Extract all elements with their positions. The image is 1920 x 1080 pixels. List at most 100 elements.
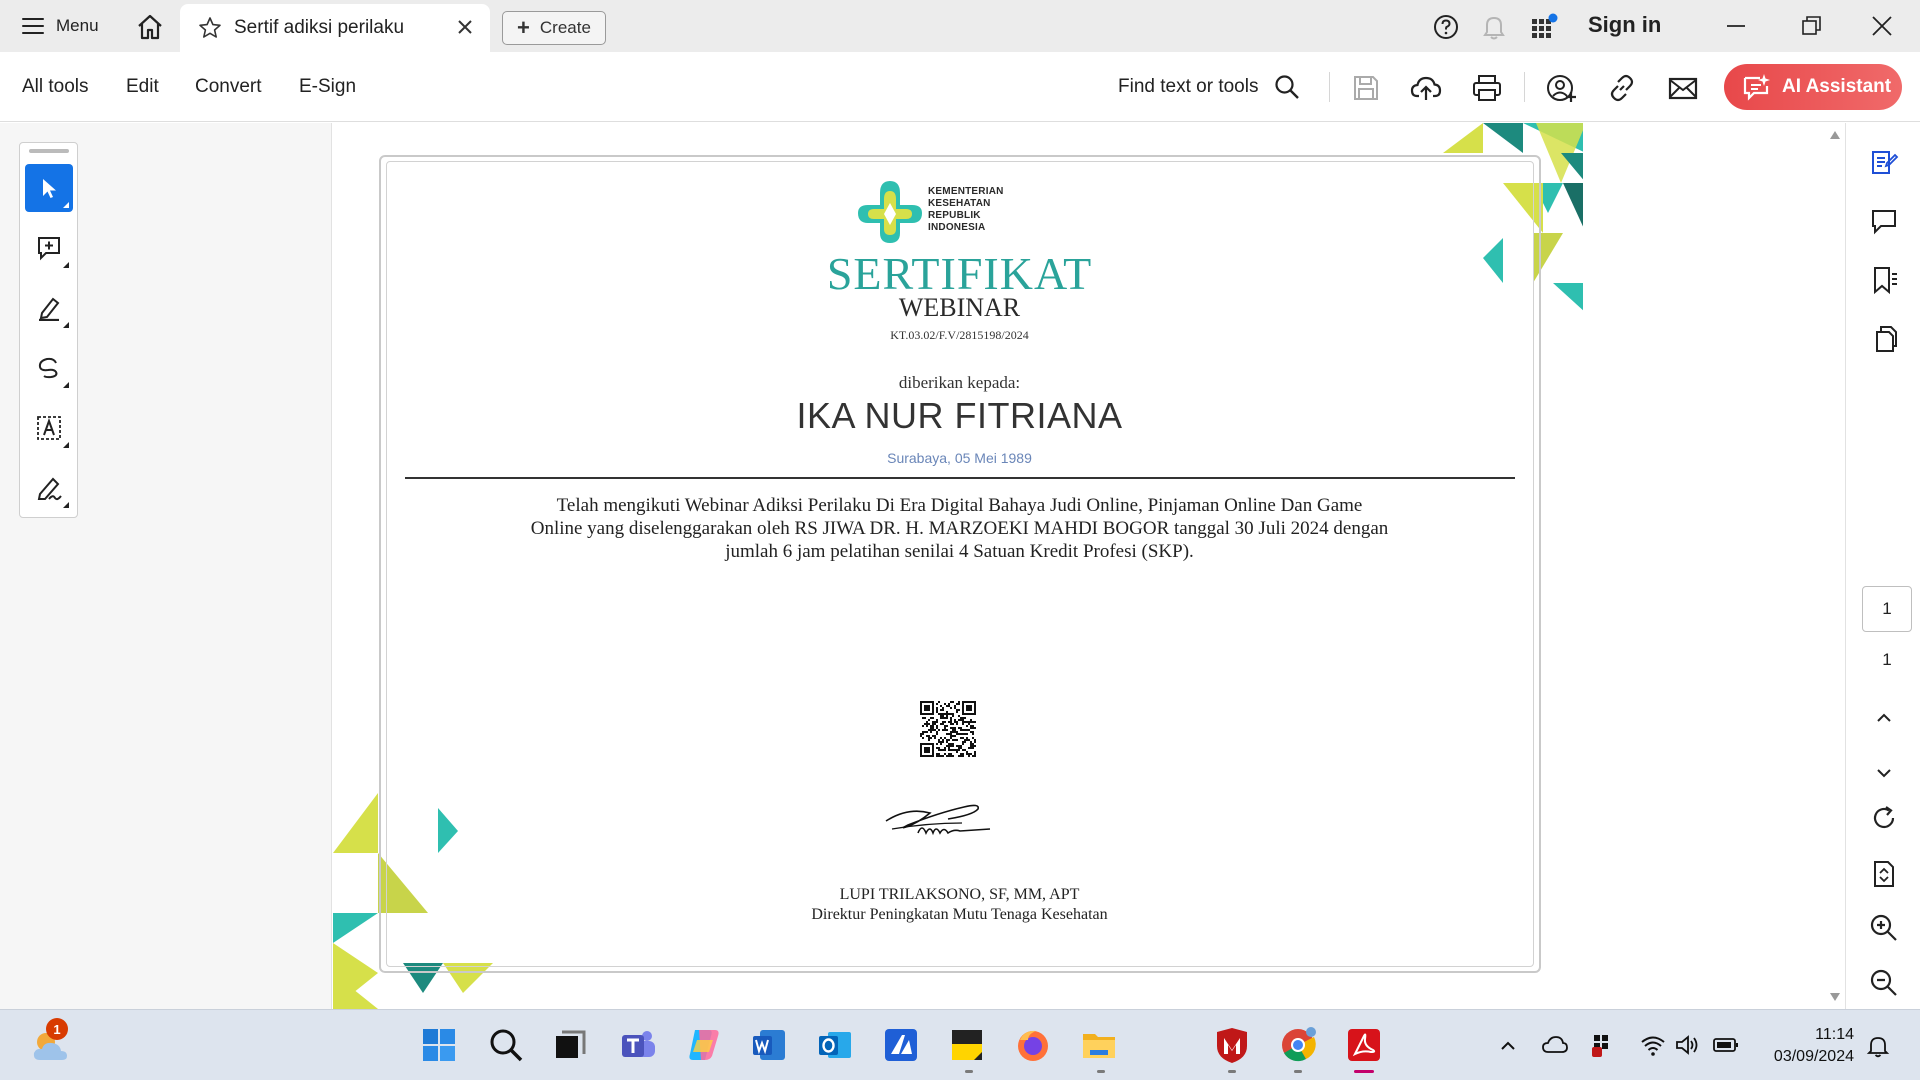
sticky-notes-icon[interactable] [948, 1026, 986, 1064]
chrome-icon[interactable] [1279, 1026, 1317, 1064]
save-icon[interactable] [1350, 72, 1382, 104]
draw-tool[interactable] [25, 344, 73, 392]
comment-icon[interactable] [1869, 206, 1899, 236]
chevron-down-icon[interactable] [1869, 758, 1899, 788]
link-icon[interactable] [1606, 72, 1638, 104]
outlook-icon[interactable] [816, 1026, 854, 1064]
signature [885, 804, 991, 836]
qr-code [920, 701, 976, 757]
running-indicator-active [1354, 1070, 1374, 1073]
pages-icon[interactable] [1869, 324, 1899, 354]
mcafee-icon[interactable] [1213, 1026, 1251, 1064]
page-number-input[interactable]: 1 [1862, 586, 1912, 632]
logo-text-line: KEMENTERIAN [928, 186, 1004, 197]
azure-icon[interactable] [882, 1026, 920, 1064]
export-pdf-icon[interactable] [1869, 147, 1899, 177]
running-indicator [1294, 1070, 1302, 1073]
given-to-label: diberikan kepada: [898, 373, 1021, 392]
select-tool[interactable] [25, 164, 73, 212]
divider-line [405, 477, 1515, 479]
highlight-icon [39, 297, 60, 321]
search-icon[interactable] [487, 1026, 525, 1064]
bookmark-icon[interactable] [1869, 265, 1899, 295]
palette-grip[interactable] [29, 149, 69, 153]
convert-menu[interactable]: Convert [195, 76, 262, 98]
add-comment-tool[interactable] [25, 224, 73, 272]
notification-bell-icon[interactable] [1866, 1034, 1890, 1058]
share-user-icon[interactable] [1545, 72, 1577, 104]
close-icon[interactable] [456, 18, 474, 36]
highlight-tool[interactable] [25, 284, 73, 332]
copilot-icon[interactable] [685, 1026, 723, 1064]
menu-label: Menu [56, 16, 99, 35]
edit-menu[interactable]: Edit [126, 76, 159, 98]
sign-icon [37, 477, 62, 501]
firefox-icon[interactable] [1014, 1026, 1052, 1064]
running-indicator [965, 1070, 973, 1073]
ai-assistant-icon [1743, 74, 1770, 101]
body-line: Online yang diselenggarakan oleh RS JIWA… [530, 518, 1389, 539]
recipient-birth-info: Surabaya, 05 Mei 1989 [887, 450, 1032, 466]
apps-grid-icon[interactable] [1530, 13, 1558, 41]
page-total: 1 [1882, 650, 1892, 669]
body-line: jumlah 6 jam pelatihan senilai 4 Satuan … [725, 541, 1194, 562]
acrobat-icon[interactable] [1345, 1026, 1383, 1064]
wifi-icon[interactable] [1640, 1033, 1666, 1057]
sign-in-link[interactable]: Sign in [1588, 12, 1661, 38]
hamburger-icon [22, 18, 44, 34]
plus-icon: + [517, 15, 530, 40]
clock-time: 11:14 [1815, 1026, 1854, 1043]
text-select-tool[interactable] [25, 404, 73, 452]
task-view-icon[interactable] [552, 1026, 590, 1064]
battery-icon[interactable] [1712, 1035, 1740, 1055]
certificate-body-text: Telah mengikuti Webinar Adiksi Perilaku … [453, 494, 1466, 563]
minimize-icon[interactable] [1724, 14, 1748, 38]
signer-name: LUPI TRILAKSONO, SF, MM, APT [839, 886, 1080, 903]
print-icon[interactable] [1471, 72, 1503, 104]
tab-title: Sertif adiksi perilaku [234, 17, 405, 38]
title-bar: Menu Sertif adiksi perilaku + Create Sig… [0, 0, 1920, 52]
recipient-name: IKA NUR FITRIANA [796, 395, 1123, 436]
window-close-icon[interactable] [1870, 14, 1894, 38]
zoom-in-icon[interactable] [1869, 913, 1899, 943]
document-viewport[interactable]: KEMENTERIAN KESEHATAN REPUBLIK INDONESIA… [333, 123, 1583, 1009]
create-button[interactable]: + Create [502, 11, 606, 45]
star-icon[interactable] [198, 16, 222, 40]
sign-tool[interactable] [25, 464, 73, 512]
chevron-up-icon[interactable] [1498, 1036, 1518, 1056]
text-select-icon [37, 416, 61, 440]
onedrive-icon[interactable] [1542, 1034, 1568, 1056]
restore-icon[interactable] [1800, 14, 1824, 38]
create-label: Create [539, 18, 591, 37]
home-icon[interactable] [135, 12, 165, 42]
file-explorer-icon[interactable] [1080, 1026, 1118, 1064]
body-line: Telah mengikuti Webinar Adiksi Perilaku … [556, 495, 1363, 516]
certificate-subtitle: WEBINAR [898, 293, 1021, 322]
document-tab[interactable]: Sertif adiksi perilaku [180, 4, 490, 52]
email-icon[interactable] [1667, 72, 1699, 104]
running-indicator [1228, 1070, 1236, 1073]
cloud-upload-icon[interactable] [1410, 72, 1442, 104]
notification-bell-icon[interactable] [1481, 13, 1507, 41]
help-icon[interactable] [1433, 14, 1459, 40]
rotate-icon[interactable] [1869, 803, 1899, 833]
mcafee-tray-icon[interactable] [1590, 1032, 1616, 1058]
teams-icon[interactable] [619, 1026, 657, 1064]
start-icon[interactable] [420, 1026, 458, 1064]
menu-button[interactable]: Menu [22, 10, 99, 42]
all-tools-menu[interactable]: All tools [22, 76, 89, 98]
logo-text-line: INDONESIA [928, 222, 986, 233]
quick-tools-palette [19, 142, 78, 518]
word-icon[interactable] [750, 1026, 788, 1064]
vertical-scrollbar[interactable] [1825, 123, 1845, 1009]
ai-assistant-button[interactable]: AI Assistant [1724, 64, 1902, 110]
e-sign-menu[interactable]: E-Sign [299, 76, 356, 98]
chevron-up-icon[interactable] [1869, 703, 1899, 733]
page-fit-icon[interactable] [1869, 859, 1899, 889]
zoom-out-icon[interactable] [1869, 968, 1899, 998]
kemenkes-logo: KEMENTERIAN KESEHATAN REPUBLIK INDONESIA [858, 175, 1004, 245]
volume-icon[interactable] [1674, 1033, 1700, 1057]
find-tools-search[interactable]: Find text or tools [1118, 74, 1300, 100]
system-clock[interactable]: 11:14 03/09/2024 [1758, 1024, 1854, 1068]
clock-date: 03/09/2024 [1773, 1048, 1854, 1065]
